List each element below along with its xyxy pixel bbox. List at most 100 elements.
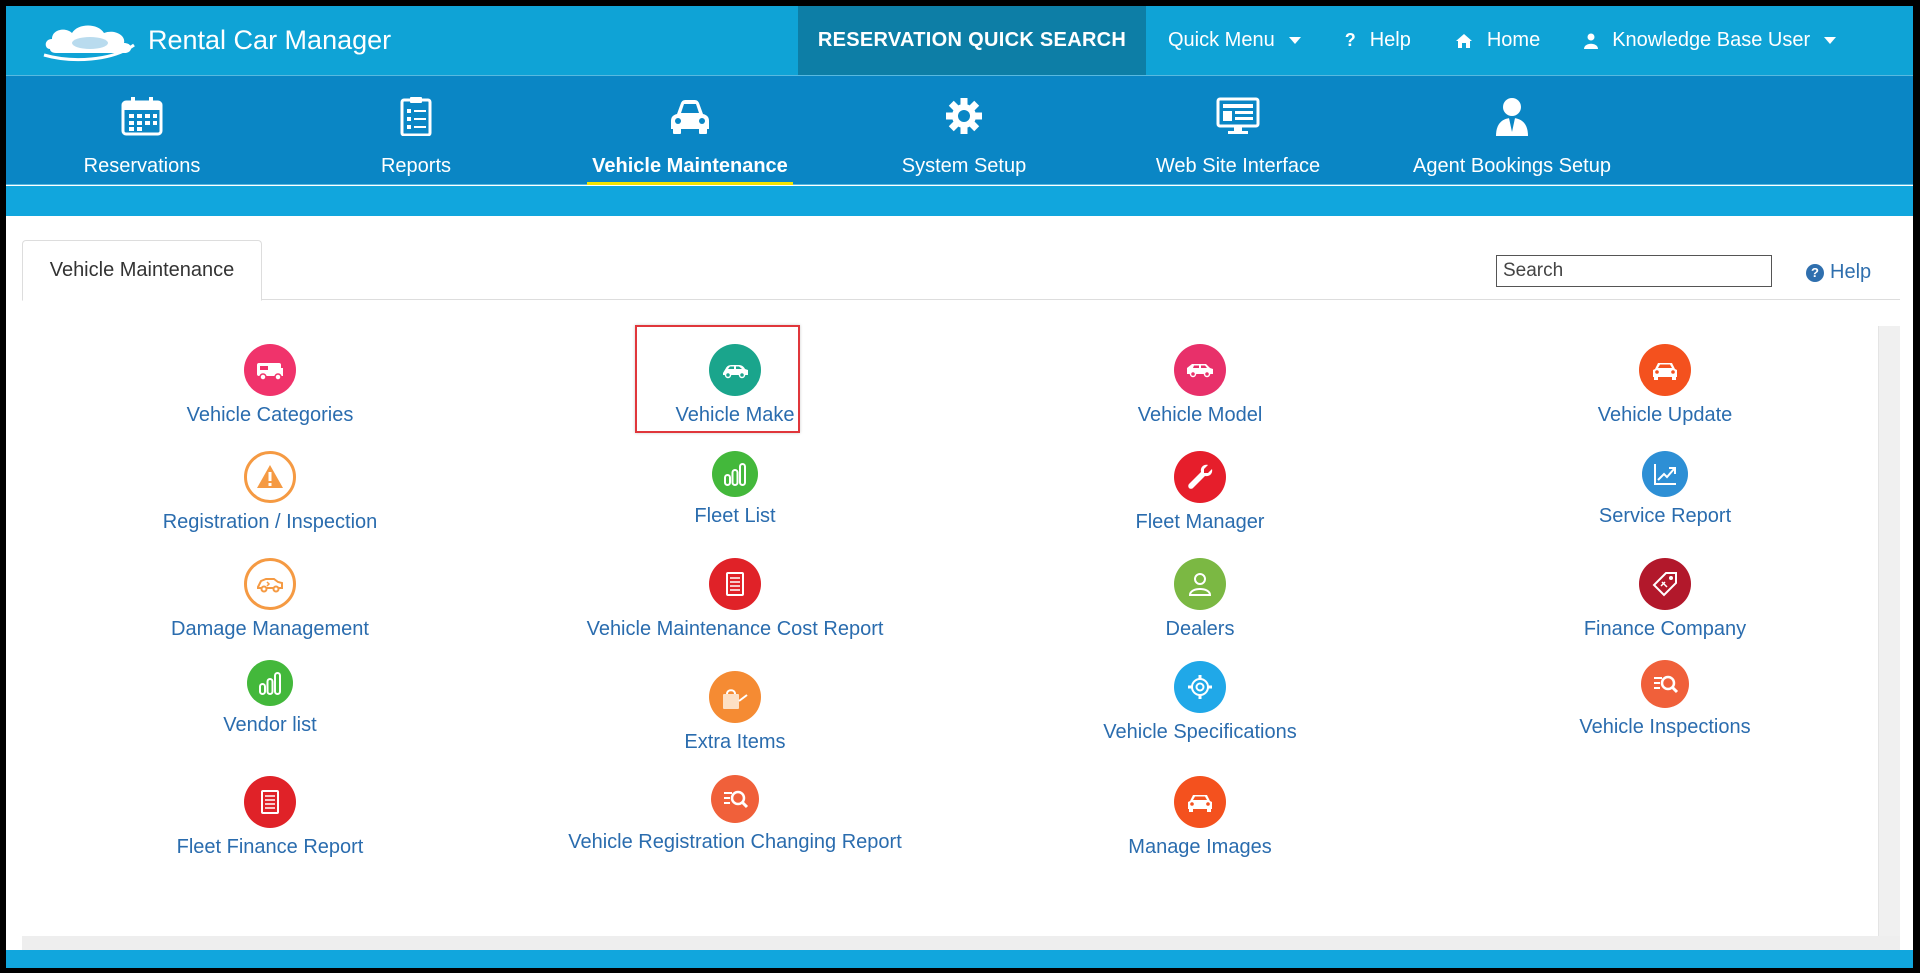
item-label: Vehicle Specifications [1103, 721, 1297, 743]
wrench-icon [1174, 451, 1226, 503]
price-tag-icon [1639, 558, 1691, 610]
item-label: Vendor list [223, 714, 317, 736]
bar-chart-icon [712, 451, 758, 497]
item-fleet-manager[interactable]: Fleet Manager [980, 451, 1420, 534]
item-manage-images[interactable]: Manage Images [980, 776, 1420, 859]
app-window: Rental Car Manager RESERVATION QUICK SEA… [6, 6, 1913, 968]
vehicle-make-highlight-box [635, 325, 800, 433]
car-front-icon [1639, 344, 1691, 396]
item-vehicle-update[interactable]: Vehicle Update [1445, 344, 1885, 427]
module-system-setup[interactable]: System Setup [854, 76, 1074, 186]
item-label: Extra Items [684, 731, 786, 753]
home-button[interactable]: Home [1433, 6, 1562, 75]
home-label: Home [1486, 29, 1541, 51]
module-vehicle-maintenance[interactable]: Vehicle Maintenance [580, 76, 800, 186]
item-label: Vehicle Registration Changing Report [568, 831, 902, 853]
item-label: Fleet Finance Report [176, 836, 364, 858]
item-label: Vehicle Model [1137, 404, 1263, 426]
clipboard-checklist-icon [400, 97, 432, 136]
panel-scrollbar[interactable] [1878, 326, 1900, 938]
help-button[interactable]: ? Help [1323, 6, 1433, 75]
quick-menu-dropdown[interactable]: Quick Menu [1146, 6, 1323, 75]
document-icon [244, 776, 296, 828]
car-front-icon [1174, 776, 1226, 828]
warning-icon [244, 451, 296, 503]
cloud-car-logo [43, 25, 135, 61]
reservation-quick-search-button[interactable]: RESERVATION QUICK SEARCH [798, 6, 1146, 75]
calendar-icon [121, 97, 163, 136]
chevron-down-icon [1824, 37, 1837, 44]
suv-icon [1174, 344, 1226, 396]
module-bar: Reservations Reports Vehicle Maintenance [6, 75, 1913, 185]
item-label: Damage Management [171, 618, 369, 640]
search-input[interactable] [1496, 255, 1772, 287]
user-menu-dropdown[interactable]: Knowledge Base User [1562, 6, 1858, 75]
item-finance-company[interactable]: Finance Company [1445, 558, 1885, 641]
user-name: Knowledge Base User [1612, 29, 1811, 51]
item-label: Fleet List [694, 505, 776, 527]
damaged-car-icon [244, 558, 296, 610]
item-label: Vehicle Maintenance Cost Report [586, 618, 884, 640]
module-label: Vehicle Maintenance [592, 155, 788, 177]
item-damage-management[interactable]: Damage Management [50, 558, 490, 641]
search-list-icon [1641, 660, 1689, 708]
module-reports[interactable]: Reports [306, 76, 526, 186]
help-label: Help [1369, 29, 1411, 51]
panel-footer [22, 936, 1900, 950]
item-dealers[interactable]: Dealers [980, 558, 1420, 641]
item-vehicle-registration-changing-report[interactable]: Vehicle Registration Changing Report [515, 775, 955, 854]
item-vehicle-maintenance-cost-report[interactable]: Vehicle Maintenance Cost Report [515, 558, 955, 641]
item-vehicle-categories[interactable]: Vehicle Categories [50, 344, 490, 427]
item-vehicle-model[interactable]: Vehicle Model [980, 344, 1420, 427]
module-reservations[interactable]: Reservations [32, 76, 252, 186]
module-web-site-interface[interactable]: Web Site Interface [1128, 76, 1348, 186]
item-label: Fleet Manager [1135, 511, 1265, 533]
monitor-icon [1216, 97, 1260, 134]
item-fleet-finance-report[interactable]: Fleet Finance Report [50, 776, 490, 859]
document-icon [709, 558, 761, 610]
item-label: Finance Company [1583, 618, 1747, 640]
home-icon [1455, 33, 1473, 49]
car-icon [671, 100, 709, 134]
chevron-down-icon [1288, 37, 1301, 44]
question-circle-icon: ? [1806, 263, 1824, 282]
brand[interactable]: Rental Car Manager [6, 6, 798, 75]
item-extra-items[interactable]: Extra Items [515, 671, 955, 754]
item-label: Vehicle Categories [186, 404, 354, 426]
quick-menu-label: Quick Menu [1168, 29, 1275, 51]
search-list-icon [711, 775, 759, 823]
item-fleet-list[interactable]: Fleet List [515, 451, 955, 528]
vehicle-maintenance-panel: Vehicle Categories Vehicle Make Vehicle … [22, 326, 1878, 938]
item-vehicle-inspections[interactable]: Vehicle Inspections [1445, 660, 1885, 739]
item-label: Vehicle Update [1597, 404, 1733, 426]
rv-camper-icon [244, 344, 296, 396]
module-label: System Setup [901, 155, 1027, 177]
module-label: Agent Bookings Setup [1413, 155, 1611, 177]
module-bar-stripe [6, 186, 1913, 216]
help-link-label: Help [1830, 261, 1872, 283]
active-tab-indicator [587, 182, 793, 185]
item-label: Dealers [1165, 618, 1235, 640]
gear-icon [946, 98, 982, 134]
item-label: Manage Images [1128, 836, 1272, 858]
item-vehicle-specifications[interactable]: Vehicle Specifications [980, 661, 1420, 744]
module-agent-bookings-setup[interactable]: Agent Bookings Setup [1402, 76, 1622, 186]
item-label: Vehicle Inspections [1579, 716, 1751, 738]
top-bar: Rental Car Manager RESERVATION QUICK SEA… [6, 6, 1913, 75]
user-icon [1584, 33, 1599, 49]
tab-vehicle-maintenance[interactable]: Vehicle Maintenance [22, 240, 262, 301]
item-service-report[interactable]: Service Report [1445, 451, 1885, 528]
item-label: Service Report [1598, 505, 1732, 527]
module-label: Reservations [83, 155, 201, 177]
help-link[interactable]: ? Help [1806, 261, 1871, 284]
item-registration-inspection[interactable]: Registration / Inspection [50, 451, 490, 534]
bar-chart-icon [247, 660, 293, 706]
shopping-bag-icon [709, 671, 761, 723]
item-label: Registration / Inspection [162, 511, 378, 533]
item-vendor-list[interactable]: Vendor list [50, 660, 490, 737]
app-title: Rental Car Manager [148, 25, 392, 55]
question-icon: ? [1344, 30, 1356, 50]
trend-chart-icon [1642, 451, 1688, 497]
module-label: Reports [380, 155, 452, 177]
agent-icon [1496, 98, 1528, 136]
